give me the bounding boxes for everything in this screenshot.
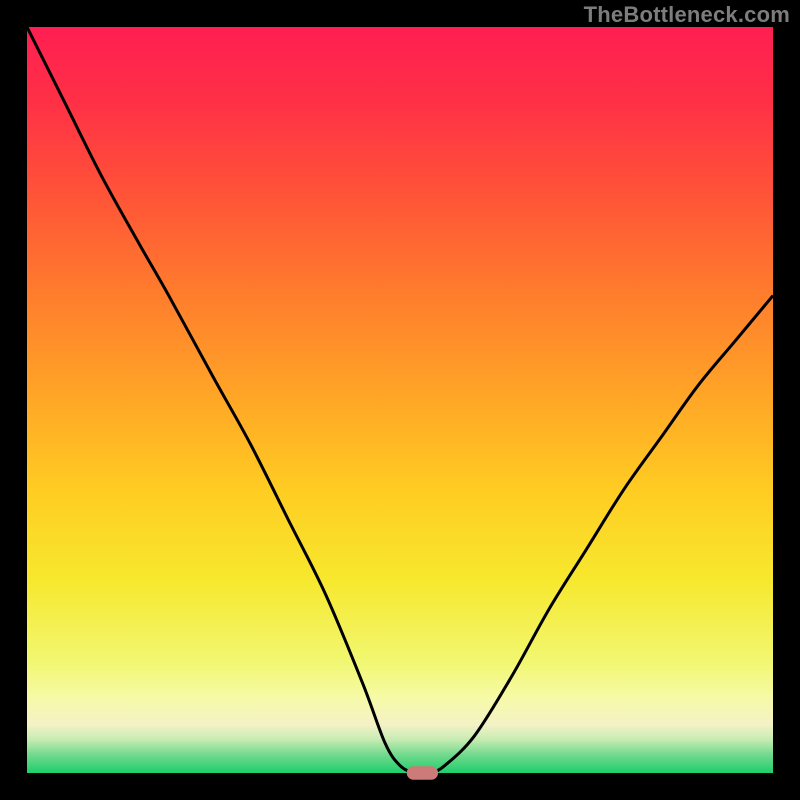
optimum-marker	[407, 766, 438, 779]
chart-frame: TheBottleneck.com	[0, 0, 800, 800]
bottleneck-chart	[0, 0, 800, 800]
plot-background	[27, 27, 773, 773]
